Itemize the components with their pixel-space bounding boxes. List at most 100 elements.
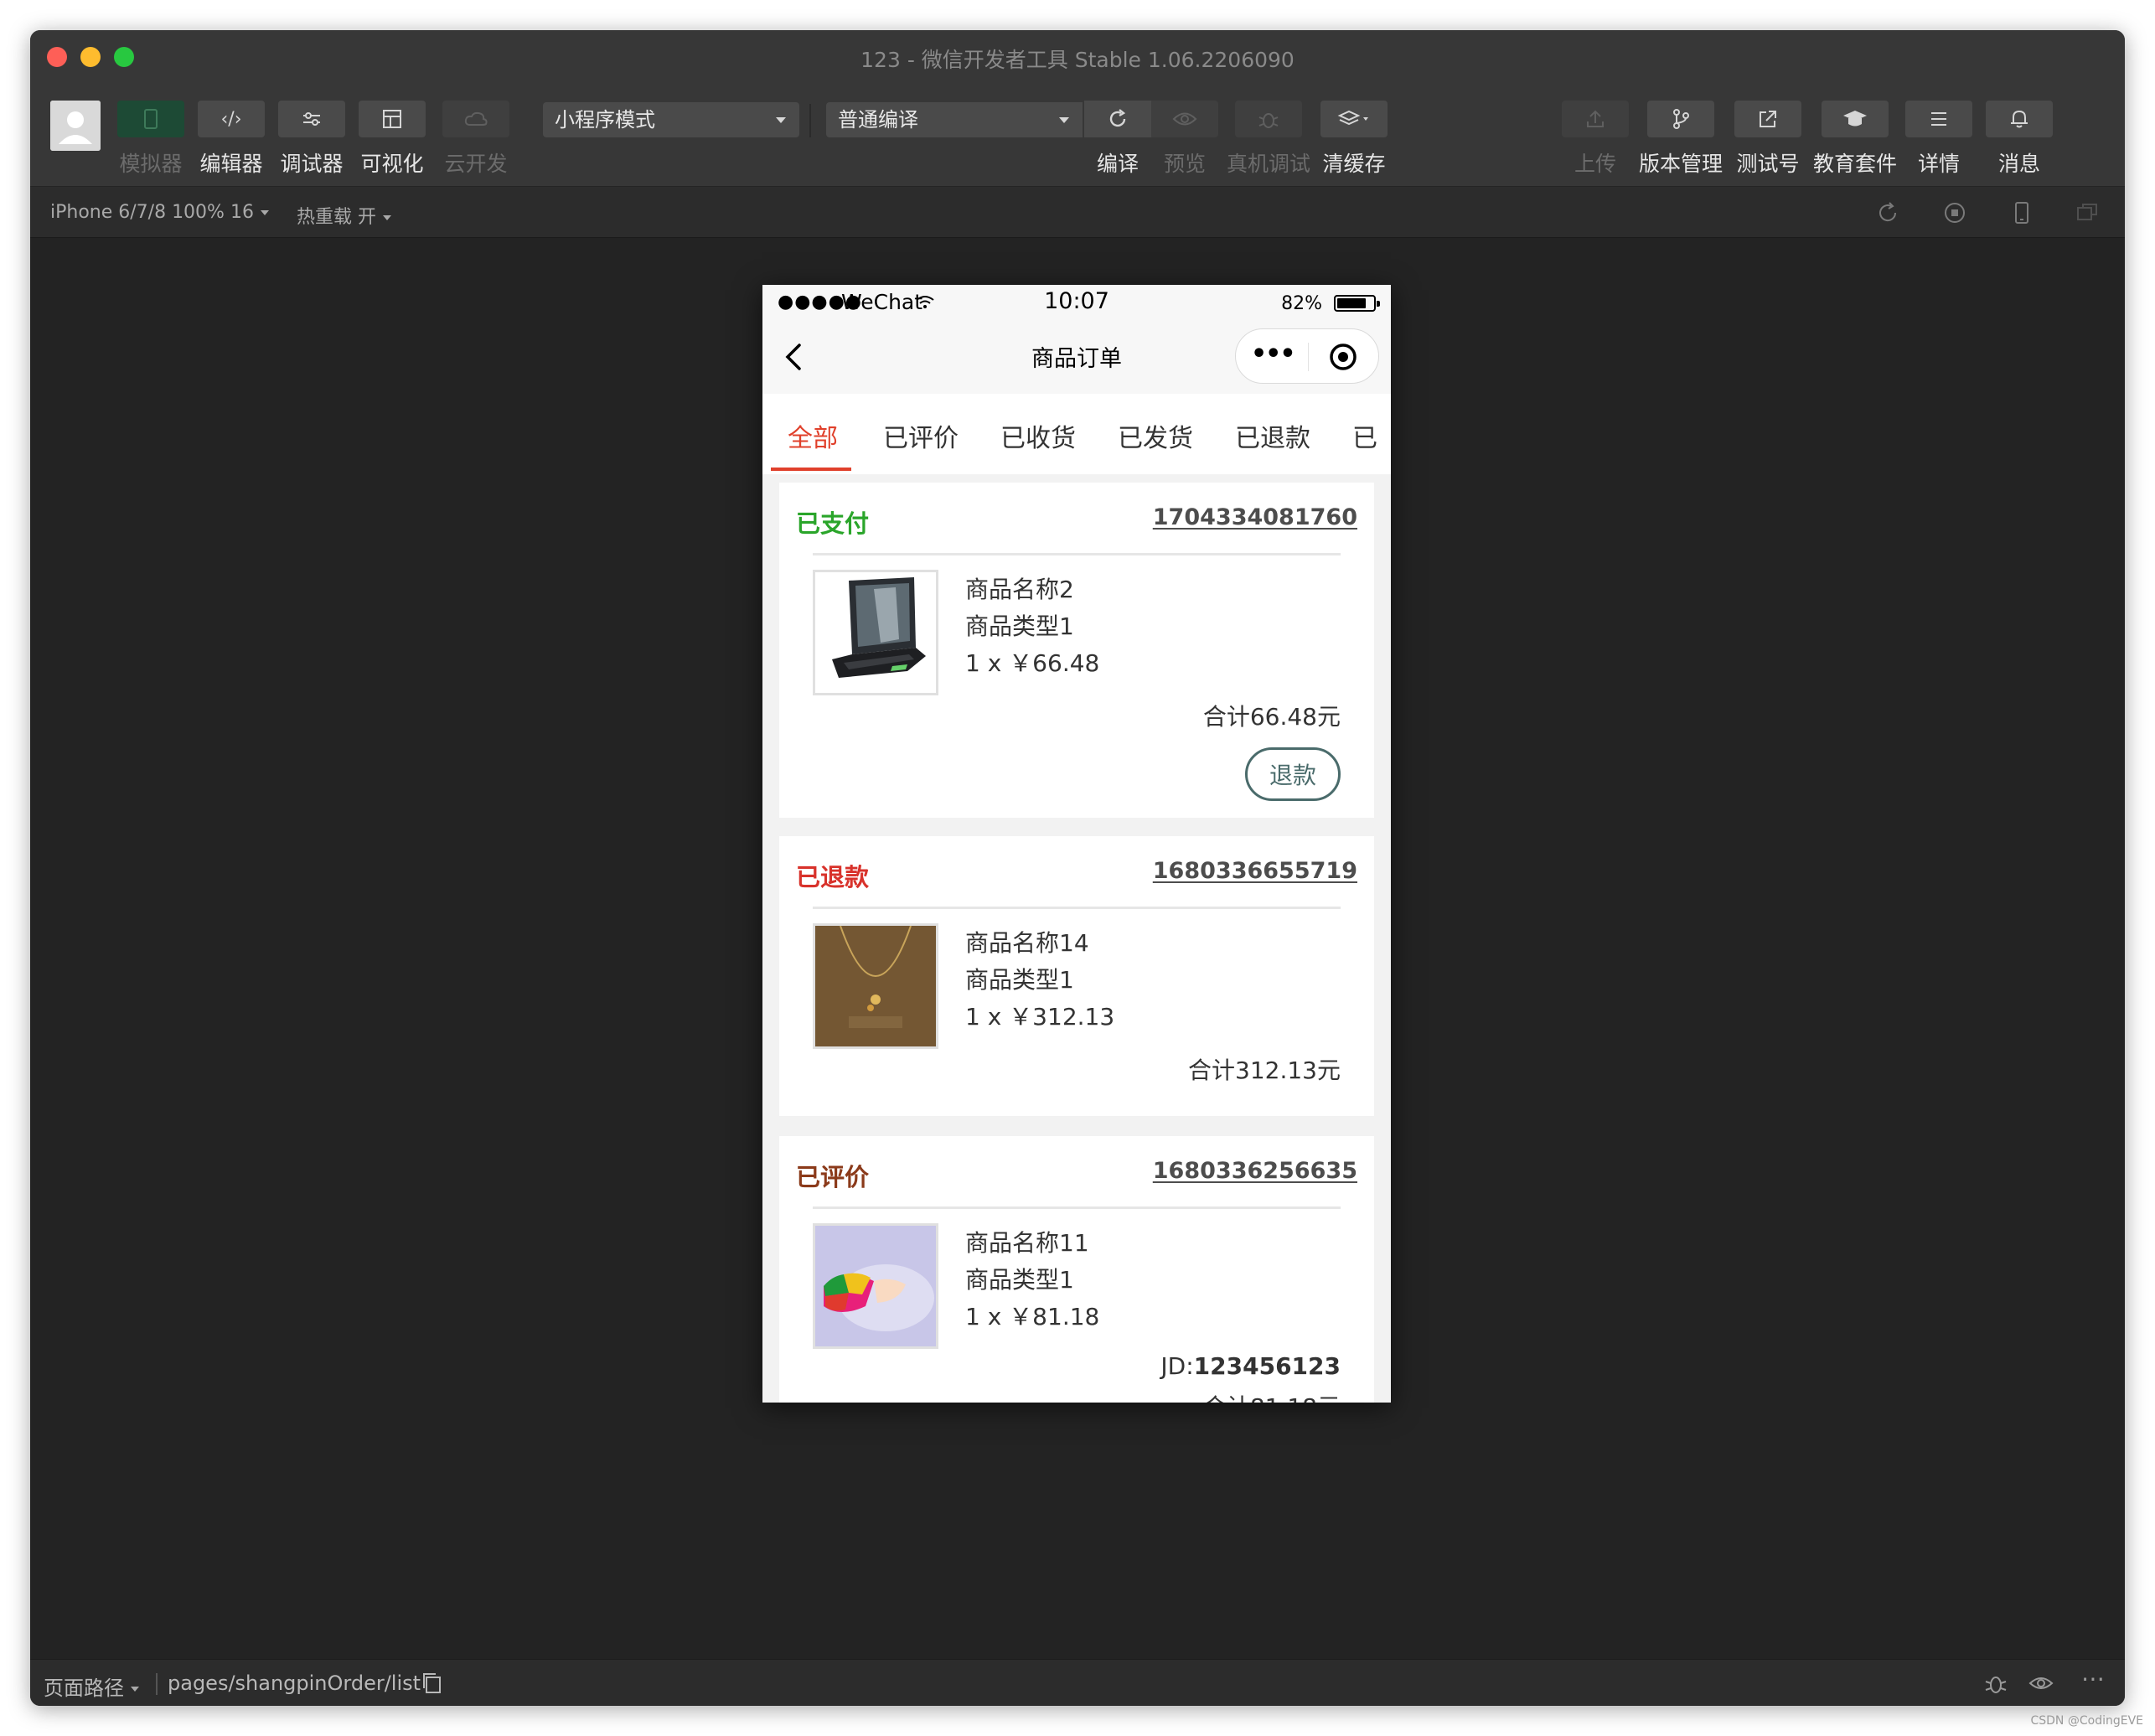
branch-icon bbox=[1673, 109, 1689, 129]
bell-icon bbox=[2011, 110, 2028, 128]
order-total: 合计81.18元 bbox=[1203, 1389, 1341, 1403]
order-status: 已支付 bbox=[796, 509, 870, 538]
debugger-button[interactable] bbox=[278, 101, 345, 137]
product-image[interactable] bbox=[813, 923, 938, 1049]
order-total: 合计66.48元 bbox=[1202, 703, 1341, 731]
order-card[interactable]: 已退款 1680336655719 商品名称14 商品类型1 1 x ￥312.… bbox=[779, 836, 1374, 1116]
device-select[interactable]: iPhone 6/7/8 100% 16 bbox=[50, 202, 269, 223]
mode-select[interactable]: 小程序模式 bbox=[543, 102, 799, 137]
chevron-down-icon bbox=[776, 117, 786, 123]
tab-refunded[interactable]: 已退款 bbox=[1235, 417, 1310, 454]
simulator-label: 模拟器 bbox=[119, 152, 183, 176]
chevron-down-icon bbox=[383, 215, 391, 220]
order-status: 已退款 bbox=[796, 863, 870, 891]
devtools-window: 123 - 微信开发者工具 Stable 1.06.2206090 模拟器 ‹/… bbox=[30, 30, 2125, 1706]
product-image[interactable] bbox=[813, 1223, 938, 1349]
order-card[interactable]: 已支付 1704334081760 商品名称2 商品类型1 1 x ￥66.48… bbox=[779, 483, 1374, 818]
product-name: 商品名称14 bbox=[965, 929, 1089, 957]
test-account-button[interactable] bbox=[1734, 101, 1801, 137]
order-status-tabs: 全部 已评价 已收货 已发货 已退款 已 bbox=[762, 394, 1391, 474]
layers-icon bbox=[1337, 110, 1368, 126]
editor-button[interactable]: ‹/› bbox=[198, 101, 265, 137]
hot-reload-toggle[interactable]: 热重载 开 bbox=[297, 202, 391, 229]
more-icon[interactable]: ⋯ bbox=[2081, 1665, 2105, 1692]
device-frame-icon[interactable] bbox=[2009, 200, 2034, 225]
visual-button[interactable] bbox=[359, 101, 426, 137]
eye-icon bbox=[1172, 112, 1197, 126]
chevron-down-icon bbox=[131, 1687, 139, 1692]
refresh-icon bbox=[1109, 109, 1126, 127]
eye-icon[interactable] bbox=[2028, 1670, 2054, 1697]
compile-button[interactable] bbox=[1084, 101, 1151, 137]
bug-icon bbox=[1258, 113, 1279, 128]
order-card[interactable]: 已评价 1680336256635 商品名称11 商品类型1 1 x ￥81.1… bbox=[779, 1136, 1374, 1403]
education-button[interactable] bbox=[1822, 101, 1889, 137]
divider bbox=[813, 1206, 1341, 1209]
order-id: 1680336655719 bbox=[1152, 858, 1357, 884]
window-title: 123 - 微信开发者工具 Stable 1.06.2206090 bbox=[860, 48, 1295, 72]
battery-icon bbox=[1334, 295, 1380, 312]
product-image[interactable] bbox=[813, 570, 938, 695]
menu-capsule: ••• bbox=[1235, 328, 1379, 384]
clear-cache-button[interactable] bbox=[1320, 101, 1388, 137]
copy-icon[interactable] bbox=[419, 1670, 446, 1697]
code-icon: ‹/› bbox=[220, 108, 242, 130]
cloud-icon bbox=[464, 111, 488, 126]
footer-divider bbox=[156, 1673, 158, 1695]
title-bar: 123 - 微信开发者工具 Stable 1.06.2206090 bbox=[30, 30, 2125, 82]
phone-simulator: ●●●●● WeChat 10:07 82% 商品订单 ••• 全部 已评价 已… bbox=[762, 285, 1391, 1403]
jd-label: JD: bbox=[1160, 1352, 1194, 1380]
candy-box-image bbox=[815, 1226, 936, 1346]
divider bbox=[813, 907, 1341, 909]
simulator-button[interactable] bbox=[117, 101, 184, 137]
bug-icon[interactable] bbox=[1982, 1670, 2009, 1697]
page-path-label: 页面路径 bbox=[44, 1677, 124, 1700]
tab-all[interactable]: 全部 bbox=[788, 417, 838, 454]
remote-debug-label: 真机调试 bbox=[1226, 152, 1310, 176]
compile-select-value: 普通编译 bbox=[838, 108, 918, 132]
upload-button[interactable] bbox=[1562, 101, 1629, 137]
toolbar-divider bbox=[809, 104, 811, 137]
hot-reload-value: 热重载 开 bbox=[297, 207, 376, 228]
rotate-icon[interactable] bbox=[1875, 200, 1900, 225]
compile-select[interactable]: 普通编译 bbox=[826, 102, 1083, 137]
details-button[interactable] bbox=[1905, 101, 1972, 137]
detach-window-icon[interactable] bbox=[2075, 200, 2100, 225]
layout-icon bbox=[383, 110, 401, 128]
jd-number: 123456123 bbox=[1193, 1352, 1341, 1380]
menu-icon bbox=[1931, 112, 1946, 126]
upload-icon bbox=[1587, 110, 1604, 127]
tab-more-partial[interactable]: 已 bbox=[1352, 417, 1377, 454]
external-link-icon bbox=[1760, 111, 1776, 127]
graduation-cap-icon bbox=[1843, 111, 1867, 127]
ios-status-bar: ●●●●● WeChat 10:07 82% bbox=[762, 285, 1391, 318]
mode-select-value: 小程序模式 bbox=[555, 108, 655, 132]
visual-label: 可视化 bbox=[360, 152, 424, 176]
stop-icon[interactable] bbox=[1942, 200, 1967, 225]
cloud-dev-button[interactable] bbox=[442, 101, 509, 137]
active-tab-indicator bbox=[771, 468, 851, 471]
remote-debug-button[interactable] bbox=[1235, 101, 1302, 137]
toolbar: 123 - 微信开发者工具 Stable 1.06.2206090 模拟器 ‹/… bbox=[30, 30, 2125, 186]
tab-received[interactable]: 已收货 bbox=[1000, 417, 1076, 454]
close-mini-program-icon[interactable] bbox=[1328, 342, 1358, 372]
laptop-image bbox=[815, 572, 936, 693]
page-path-select[interactable]: 页面路径 bbox=[44, 1671, 139, 1701]
capsule-divider bbox=[1308, 343, 1309, 371]
user-avatar[interactable] bbox=[50, 101, 101, 151]
version-button[interactable] bbox=[1647, 101, 1714, 137]
preview-label: 预览 bbox=[1163, 152, 1206, 176]
status-footer: 页面路径 pages/shangpinOrder/list ⋯ bbox=[30, 1659, 2125, 1706]
watermark: CSDN @CodingEVE bbox=[2030, 1714, 2143, 1728]
preview-button[interactable] bbox=[1151, 101, 1218, 137]
order-total: 合计312.13元 bbox=[1188, 1057, 1341, 1084]
chevron-down-icon bbox=[1059, 117, 1069, 123]
tab-reviewed[interactable]: 已评价 bbox=[883, 417, 959, 454]
refund-button[interactable]: 退款 bbox=[1245, 747, 1341, 801]
quantity-price: 1 x ￥66.48 bbox=[965, 649, 1100, 677]
messages-button[interactable] bbox=[1986, 101, 2053, 137]
divider bbox=[813, 553, 1341, 555]
more-icon[interactable]: ••• bbox=[1251, 339, 1296, 369]
debugger-label: 调试器 bbox=[280, 152, 344, 176]
tab-shipped[interactable]: 已发货 bbox=[1118, 417, 1193, 454]
